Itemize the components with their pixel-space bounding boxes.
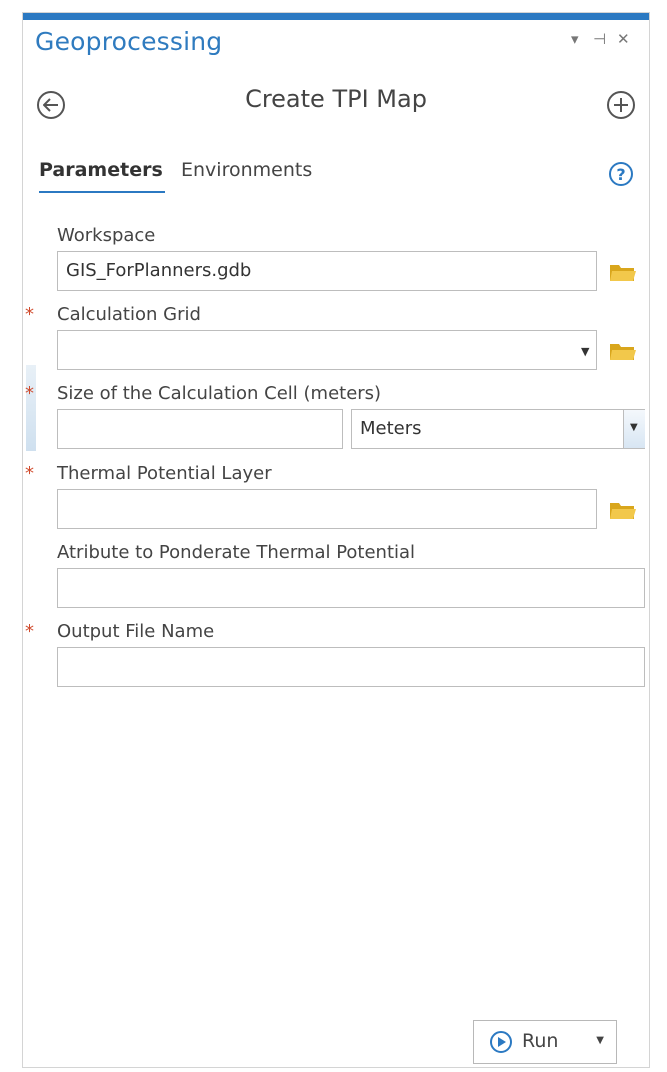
pane-accent-bar [23,13,649,20]
attribute-label: Atribute to Ponderate Thermal Potential [57,542,416,563]
workspace-label: Workspace [57,225,156,246]
tab-parameters[interactable]: Parameters [39,159,163,181]
help-icon[interactable]: ? [609,162,633,186]
workspace-input[interactable]: GIS_ForPlanners.gdb [57,251,597,291]
attribute-input[interactable] [57,568,645,608]
geoprocessing-pane: Geoprocessing ▾ ⊣ ✕ Create TPI Map Param… [22,12,650,1068]
thermal-layer-browse-folder-icon[interactable] [609,499,637,521]
required-marker: * [25,304,34,325]
chevron-down-icon[interactable]: ▼ [581,345,589,358]
play-icon [490,1031,512,1053]
workspace-browse-folder-icon[interactable] [609,261,637,283]
run-options-chevron-icon[interactable]: ▼ [596,1035,604,1046]
chevron-down-icon: ▼ [630,422,638,433]
thermal-layer-label: Thermal Potential Layer [57,463,272,484]
thermal-layer-input[interactable] [57,489,597,529]
active-tab-indicator [39,191,165,193]
cell-size-unit-select[interactable]: Meters [351,409,645,449]
pane-menu-icon[interactable]: ▾ [571,30,579,48]
pane-title: Geoprocessing [35,27,223,56]
required-marker: * [25,383,34,404]
calculation-grid-browse-folder-icon[interactable] [609,340,637,362]
output-name-input[interactable] [57,647,645,687]
cell-size-unit-value: Meters [360,418,422,439]
tool-title: Create TPI Map [245,85,427,113]
required-marker: * [25,463,34,484]
required-marker: * [25,621,34,642]
run-label: Run [522,1030,559,1052]
add-icon[interactable] [607,91,635,119]
output-name-label: Output File Name [57,621,215,642]
calculation-grid-label: Calculation Grid [57,304,201,325]
pin-icon[interactable]: ⊣ [593,30,606,48]
unit-dropdown-button[interactable]: ▼ [623,410,645,448]
cell-size-input[interactable] [57,409,343,449]
calculation-grid-select[interactable] [57,330,597,370]
run-button[interactable]: Run ▼ [473,1020,617,1064]
close-icon[interactable]: ✕ [617,30,630,48]
cell-size-label: Size of the Calculation Cell (meters) [57,383,382,404]
selected-parameter-accent [26,365,36,451]
tab-environments[interactable]: Environments [181,159,312,181]
